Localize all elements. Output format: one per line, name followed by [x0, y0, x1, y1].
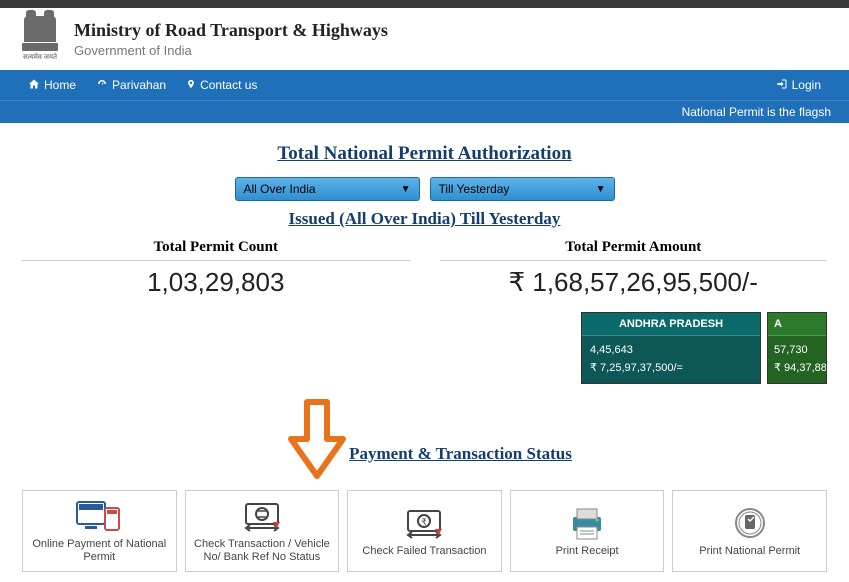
tile-label: Check Transaction / Vehicle No/ Bank Ref…	[190, 538, 335, 564]
state-card-count: 57,730	[774, 342, 818, 360]
permit-count-label: Total Permit Count	[22, 239, 410, 261]
tile-label: Check Failed Transaction	[362, 545, 486, 558]
period-dropdown[interactable]: Till Yesterday ▼	[430, 177, 615, 201]
permit-count-col: Total Permit Count 1,03,29,803	[22, 239, 410, 298]
tile-failed-transaction[interactable]: ₹ Check Failed Transaction	[347, 490, 502, 572]
chevron-down-icon: ▼	[401, 184, 411, 195]
permit-amount-value: ₹ 1,68,57,26,95,500/-	[440, 267, 828, 298]
top-bar	[0, 0, 849, 8]
payment-section-title: Payment & Transaction Status	[349, 444, 572, 464]
main-nav: Home Parivahan Contact us Login	[0, 70, 849, 100]
nav-parivahan[interactable]: Parivahan	[86, 78, 176, 93]
state-card-count: 4,45,643	[590, 342, 752, 360]
news-ticker: National Permit is the flagsh	[0, 100, 849, 123]
site-header: सत्यमेव जयते Ministry of Road Transport …	[0, 8, 849, 70]
issued-subtitle: Issued (All Over India) Till Yesterday	[18, 209, 831, 229]
state-card-name: A	[768, 313, 826, 336]
dashboard-icon	[96, 78, 108, 93]
down-arrow-annotation-icon	[277, 394, 357, 484]
state-cards-row: ANDHRA PRADESH 4,45,643 ₹ 7,25,97,37,500…	[18, 312, 831, 384]
state-card-name: ANDHRA PRADESH	[582, 313, 760, 336]
state-card-amount: ₹ 7,25,97,37,500/=	[590, 360, 752, 378]
govt-subtitle: Government of India	[74, 43, 388, 58]
permit-count-value: 1,03,29,803	[22, 267, 410, 298]
tile-label: Print National Permit	[699, 545, 800, 558]
tile-print-permit[interactable]: Print National Permit	[672, 490, 827, 572]
filter-row: All Over India ▼ Till Yesterday ▼	[18, 177, 831, 201]
nav-contact-label: Contact us	[200, 78, 257, 92]
chevron-down-icon: ▼	[596, 184, 606, 195]
state-card-andhra[interactable]: ANDHRA PRADESH 4,45,643 ₹ 7,25,97,37,500…	[581, 312, 761, 384]
tile-print-receipt[interactable]: Print Receipt	[510, 490, 665, 572]
svg-text:₹: ₹	[422, 517, 428, 527]
tile-label: Online Payment of National Permit	[27, 538, 172, 564]
national-emblem-icon: सत्यमेव जयते	[18, 16, 62, 62]
state-card-next[interactable]: A 57,730 ₹ 94,37,88,000/	[767, 312, 827, 384]
payment-section-header: Payment & Transaction Status	[18, 394, 831, 484]
check-transaction-icon	[238, 498, 286, 534]
nav-parivahan-label: Parivahan	[112, 78, 166, 92]
nav-home-label: Home	[44, 78, 76, 92]
login-icon	[776, 78, 788, 93]
online-payment-icon	[75, 498, 123, 534]
home-icon	[28, 78, 40, 93]
region-dropdown[interactable]: All Over India ▼	[235, 177, 420, 201]
header-text: Ministry of Road Transport & Highways Go…	[74, 20, 388, 58]
period-dropdown-value: Till Yesterday	[439, 182, 510, 196]
region-dropdown-value: All Over India	[244, 182, 316, 196]
nav-contact[interactable]: Contact us	[176, 78, 267, 93]
page-main-title: Total National Permit Authorization	[18, 143, 831, 165]
tile-check-transaction[interactable]: Check Transaction / Vehicle No/ Bank Ref…	[185, 490, 340, 572]
tile-online-payment[interactable]: Online Payment of National Permit	[22, 490, 177, 572]
tile-label: Print Receipt	[556, 545, 619, 558]
ministry-title: Ministry of Road Transport & Highways	[74, 20, 388, 41]
location-icon	[186, 78, 196, 93]
nav-home[interactable]: Home	[18, 78, 86, 93]
permit-amount-col: Total Permit Amount ₹ 1,68,57,26,95,500/…	[440, 239, 828, 298]
nav-login-label: Login	[792, 78, 821, 92]
state-card-amount: ₹ 94,37,88,000/	[774, 360, 818, 378]
stats-row: Total Permit Count 1,03,29,803 Total Per…	[18, 239, 831, 298]
nav-login[interactable]: Login	[766, 78, 831, 93]
ticker-text: National Permit is the flagsh	[682, 105, 831, 119]
action-tiles-row: Online Payment of National Permit Check …	[18, 490, 831, 572]
permit-amount-label: Total Permit Amount	[440, 239, 828, 261]
